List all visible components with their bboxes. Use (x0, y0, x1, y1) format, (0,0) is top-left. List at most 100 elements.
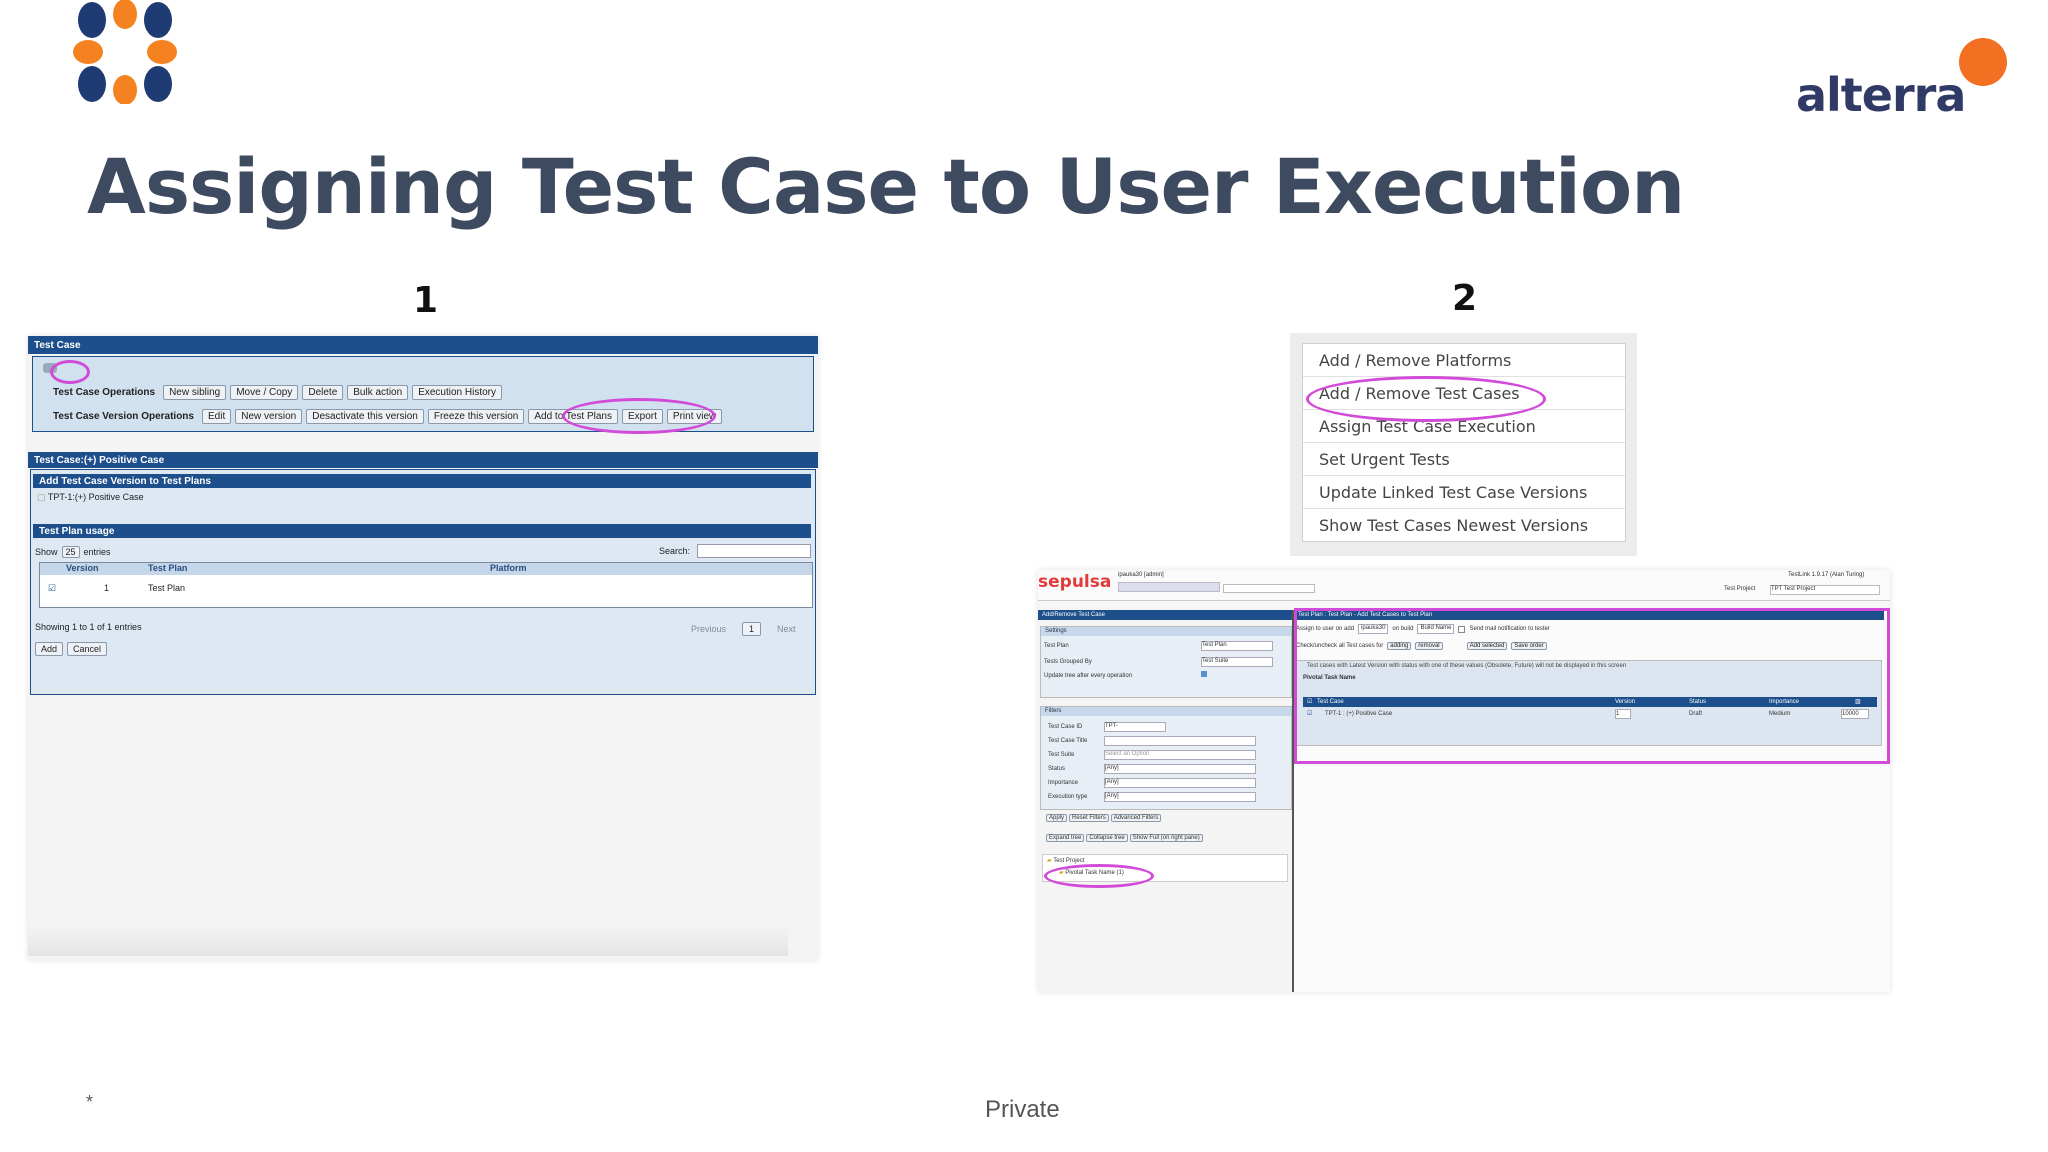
page-size-select[interactable]: 25 (61, 546, 80, 558)
folder-icon: ▰ (1047, 858, 1052, 864)
filter-label: Test Case ID (1048, 724, 1083, 730)
company-logo (70, 0, 180, 105)
update-tree-label: Update tree after every operation (1044, 673, 1133, 679)
slide-title: Assigning Test Case to User Execution (87, 142, 1685, 231)
filter-input[interactable]: [Any] (1104, 778, 1256, 788)
search-input[interactable] (697, 544, 811, 558)
project-select[interactable]: TPT Test Project (1770, 585, 1880, 595)
filter-input[interactable]: Select an Option (1104, 750, 1256, 760)
filter-label: Status (1048, 766, 1066, 772)
usage-section: Test Plan usage (33, 524, 811, 538)
toolbar-icons[interactable] (1118, 582, 1220, 592)
highlight-circle-add-remove (1306, 376, 1546, 422)
previous-link[interactable]: Previous (691, 624, 726, 634)
table-row[interactable]: ☑ 1 Test Plan (40, 583, 812, 595)
advanced-filters-button[interactable]: Advanced Filters (1110, 814, 1162, 822)
test-case-header: Test Case (28, 336, 818, 354)
tc-item-label: TPT-1:(+) Positive Case (47, 492, 144, 502)
apply-button[interactable]: Apply (1046, 814, 1068, 822)
edit-button[interactable]: Edit (201, 409, 232, 424)
step-1-label: 1 (413, 280, 439, 321)
step-2-label: 2 (1452, 278, 1478, 319)
screenshot-add-test-cases: sepulsa ipauka30 [admin] TestLink 1.9.17… (1038, 570, 1890, 992)
highlight-circle-tree-node (1044, 864, 1154, 888)
left-pane-title: Add/Remove Test Case (1038, 610, 1292, 620)
col-version: Version (66, 563, 99, 573)
menu-item-set-urgent-tests[interactable]: Set Urgent Tests (1303, 443, 1625, 476)
pagination: Previous 1 Next (691, 622, 796, 636)
highlight-rect-add-area (1294, 608, 1890, 764)
next-link[interactable]: Next (777, 624, 796, 634)
alterra-wordmark: alterra (1796, 68, 1966, 122)
row-version: 1 (104, 583, 110, 593)
grouped-select[interactable]: Test Suite (1201, 657, 1273, 667)
filter-input[interactable]: [Any] (1104, 792, 1256, 802)
user-label: ipauka30 [admin] (1118, 572, 1164, 578)
tc-item[interactable]: ▢ TPT-1:(+) Positive Case (37, 492, 144, 503)
collapse-tree-button[interactable]: Collapse tree (1086, 834, 1128, 842)
new-version-button[interactable]: New version (235, 409, 303, 424)
menu-item-update-linked-versions[interactable]: Update Linked Test Case Versions (1303, 476, 1625, 509)
update-tree-checkbox[interactable] (1201, 671, 1207, 677)
test-case-operations: Test Case Operations New sibling Move / … (53, 385, 502, 400)
delete-button[interactable]: Delete (302, 385, 344, 400)
sepulsa-logo: sepulsa (1038, 572, 1112, 592)
top-bar: sepulsa ipauka30 [admin] TestLink 1.9.17… (1038, 570, 1890, 601)
reset-filters-button[interactable]: Reset Filters (1069, 814, 1109, 822)
form-actions: Add Cancel (35, 642, 108, 656)
version-label: TestLink 1.9.17 (Alan Turing) (1788, 572, 1865, 578)
page-1-button[interactable]: 1 (742, 622, 762, 636)
test-plan-menu: Add / Remove Platforms Add / Remove Test… (1290, 333, 1637, 556)
search-box[interactable] (1223, 584, 1315, 593)
new-sibling-button[interactable]: New sibling (163, 385, 227, 400)
showing-info: Showing 1 to 1 of 1 entries (35, 622, 142, 632)
usage-table: Version Test Plan Platform ☑ 1 Test Plan (39, 562, 813, 608)
filter-input[interactable]: [Any] (1104, 764, 1256, 774)
move-copy-button[interactable]: Move / Copy (230, 385, 299, 400)
add-button[interactable]: Add (35, 642, 64, 656)
execution-history-button[interactable]: Execution History (412, 385, 502, 400)
left-pane: Add/Remove Test Case Settings Test Plan … (1038, 610, 1294, 992)
search-label: Search: (659, 546, 691, 556)
tree-root[interactable]: ▰ Test Project (1047, 857, 1085, 864)
highlight-circle-add-to-plans (562, 398, 716, 434)
test-plan-select[interactable]: Test Plan (1201, 641, 1273, 651)
page-size-control: Show 25 entries (35, 546, 111, 558)
filter-label: Test Suite (1048, 752, 1075, 758)
settings-box: Settings Test Plan Test Plan Tests Group… (1040, 626, 1292, 698)
bottom-fade (28, 926, 788, 956)
filter-label: Execution type (1048, 794, 1088, 800)
filter-label: Importance (1048, 780, 1079, 786)
deactivate-version-button[interactable]: Desactivate this version (306, 409, 424, 424)
alterra-logo: alterra (1796, 38, 2008, 128)
filter-input[interactable] (1104, 736, 1256, 746)
tree-actions: Expand tree Collapse tree Show Full (on … (1046, 834, 1203, 842)
expand-tree-button[interactable]: Expand tree (1046, 834, 1085, 842)
tree-root-label: Test Project (1053, 858, 1085, 864)
menu-item-show-newest-versions[interactable]: Show Test Cases Newest Versions (1303, 509, 1625, 541)
test-plan-panel: Add Test Case Version to Test Plans ▢ TP… (30, 469, 816, 695)
filters-header: Filters (1041, 707, 1291, 716)
filter-actions: Apply Reset Filters Advanced Filters (1046, 814, 1162, 822)
footer-asterisk: * (86, 1092, 94, 1112)
filter-label: Test Case Title (1048, 738, 1088, 744)
footer-private: Private (985, 1096, 1060, 1123)
entries-label: entries (83, 547, 111, 557)
col-platform: Platform (490, 563, 527, 573)
menu-item-add-remove-platforms[interactable]: Add / Remove Platforms (1303, 344, 1625, 377)
filter-input[interactable]: TPT- (1104, 722, 1166, 732)
add-version-section: Add Test Case Version to Test Plans (33, 474, 811, 488)
cancel-button[interactable]: Cancel (67, 642, 108, 656)
bulk-action-button[interactable]: Bulk action (347, 385, 409, 400)
col-test-plan: Test Plan (148, 563, 188, 573)
show-full-button[interactable]: Show Full (on right pane) (1129, 834, 1203, 842)
row-checkbox-icon[interactable]: ☑ (48, 583, 56, 594)
grouped-label: Tests Grouped By (1044, 659, 1092, 665)
version-ops-label: Test Case Version Operations (53, 411, 194, 422)
ops-label: Test Case Operations (53, 387, 156, 398)
row-test-plan: Test Plan (148, 583, 186, 593)
screenshot-test-case: Test Case Test Case Operations New sibli… (28, 336, 818, 960)
highlight-circle-gear (50, 360, 90, 384)
freeze-version-button[interactable]: Freeze this version (427, 409, 525, 424)
show-label: Show (35, 547, 58, 557)
